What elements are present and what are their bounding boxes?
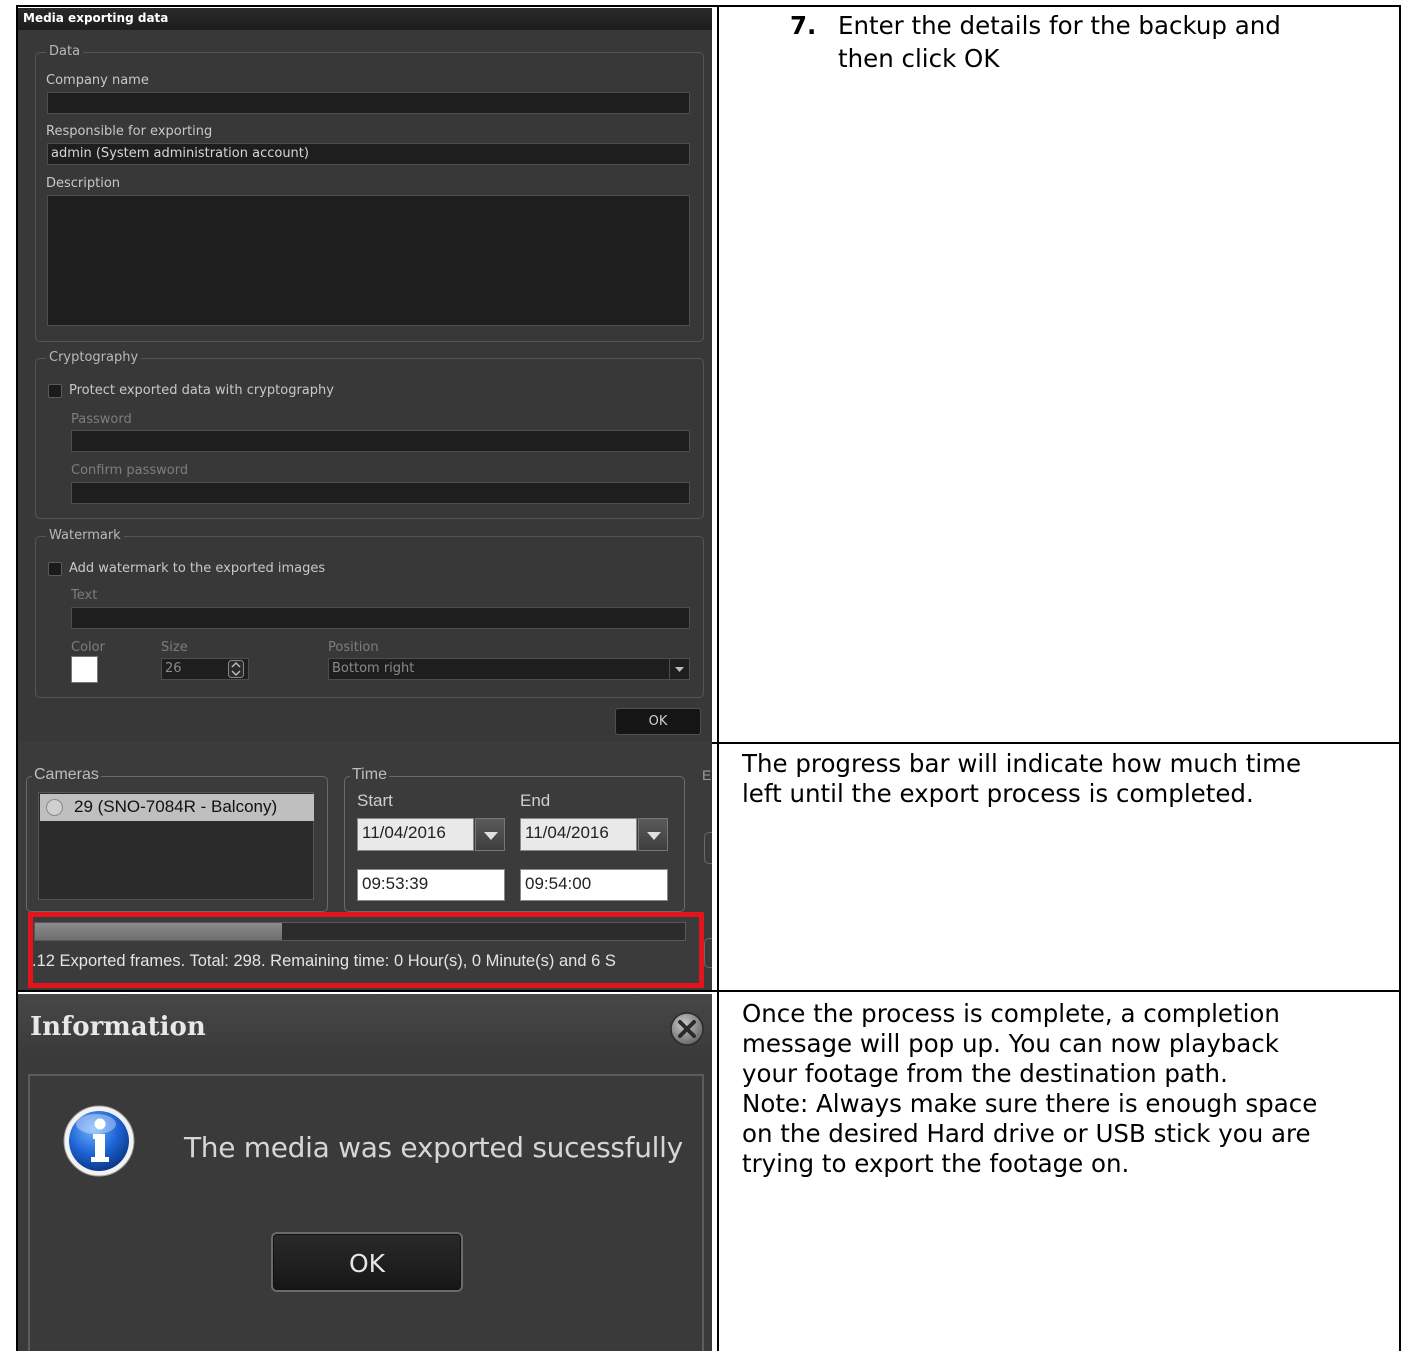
position-label: Position (328, 640, 379, 655)
table-row-divider-2 (16, 990, 1401, 992)
partial-group-edge-lower (704, 938, 712, 968)
close-icon[interactable] (669, 1011, 705, 1047)
description-label: Description (46, 176, 121, 191)
end-label: End (520, 791, 551, 810)
watermark-text-label: Text (71, 588, 98, 603)
company-name-label: Company name (46, 73, 149, 88)
ok-button[interactable]: OK (615, 708, 701, 735)
completion-note-line-3: trying to export the footage on. (742, 1149, 1130, 1178)
completion-line-3: your footage from the destination path. (742, 1059, 1228, 1088)
partial-group-edge (704, 832, 712, 864)
watermark-position-select[interactable]: Bottom right (328, 658, 690, 680)
table-border-top (16, 5, 1401, 7)
camera-checkbox[interactable] (46, 799, 63, 816)
partial-group-legend: E (702, 767, 712, 783)
data-group-legend: Data (46, 44, 84, 59)
info-icon (63, 1105, 135, 1177)
company-name-input[interactable] (47, 92, 690, 114)
export-status-text: .12 Exported frames. Total: 298. Remaini… (32, 952, 616, 970)
step-number: 7. (790, 11, 817, 40)
add-watermark-label: Add watermark to the exported images (69, 561, 326, 576)
start-time-input[interactable]: 09:53:39 (357, 869, 505, 901)
watermark-legend: Watermark (46, 528, 124, 543)
step-instruction-line-1: Enter the details for the backup and (838, 11, 1281, 40)
responsible-value: admin (System administration account) (51, 146, 309, 161)
step-instruction-line-2: then click OK (838, 44, 1000, 73)
media-exporting-dialog: Media exporting data Data Company name R… (18, 8, 712, 742)
start-date-dropdown[interactable] (475, 818, 505, 851)
dialog-title: Media exporting data (23, 11, 169, 25)
info-message: The media was exported sucessfully (184, 1131, 683, 1164)
info-title: Information (30, 1012, 206, 1042)
responsible-label: Responsible for exporting (46, 124, 213, 139)
password-label: Password (71, 412, 132, 427)
watermark-color-swatch[interactable] (71, 656, 98, 683)
camera-item-label: 29 (SNO-7084R - Balcony) (74, 797, 278, 816)
export-progress-panel: Cameras 29 (SNO-7084R - Balcony) Time St… (18, 742, 712, 990)
table-border-right (1399, 5, 1401, 1351)
start-date-input[interactable]: 11/04/2016 (357, 818, 474, 851)
info-ok-label: OK (348, 1249, 386, 1278)
chevron-down-icon[interactable] (669, 659, 689, 679)
spinner-arrows-icon[interactable] (228, 660, 244, 678)
info-ok-button[interactable]: OK (271, 1232, 463, 1292)
cryptography-legend: Cryptography (46, 350, 142, 365)
completion-note-line-1: Note: Always make sure there is enough s… (742, 1089, 1318, 1118)
responsible-input[interactable]: admin (System administration account) (47, 143, 690, 165)
progress-description-line-1: The progress bar will indicate how much … (742, 749, 1302, 778)
protect-cryptography-checkbox[interactable] (48, 384, 62, 398)
dialog-titlebar: Media exporting data (18, 8, 712, 30)
confirm-password-label: Confirm password (71, 463, 189, 478)
table-column-divider (717, 5, 719, 1351)
end-date-dropdown[interactable] (638, 818, 668, 851)
completion-note-line-2: on the desired Hard drive or USB stick y… (742, 1119, 1311, 1148)
protect-cryptography-label: Protect exported data with cryptography (69, 383, 334, 398)
start-label: Start (357, 791, 393, 810)
completion-description: Once the process is complete, a completi… (742, 999, 1317, 1179)
confirm-password-input[interactable] (71, 482, 690, 504)
completion-line-1: Once the process is complete, a completi… (742, 999, 1280, 1028)
size-value: 26 (165, 661, 182, 676)
end-date-input[interactable]: 11/04/2016 (520, 818, 637, 851)
info-titlebar: Information (18, 994, 712, 1064)
size-label: Size (161, 640, 188, 655)
time-legend: Time (350, 766, 389, 784)
end-time-input[interactable]: 09:54:00 (520, 869, 668, 901)
add-watermark-checkbox[interactable] (48, 562, 62, 576)
camera-list-item[interactable]: 29 (SNO-7084R - Balcony) (40, 794, 314, 821)
password-input[interactable] (71, 430, 690, 452)
watermark-text-input[interactable] (71, 607, 690, 629)
completion-line-2: message will pop up. You can now playbac… (742, 1029, 1279, 1058)
watermark-size-spinner[interactable]: 26 (161, 658, 249, 680)
color-label: Color (71, 640, 105, 655)
information-dialog: Information The media was exported suces… (18, 994, 712, 1351)
progress-bar-fill (35, 923, 282, 940)
progress-description: The progress bar will indicate how much … (742, 749, 1301, 809)
progress-description-line-2: left until the export process is complet… (742, 779, 1254, 808)
export-progress-bar (34, 922, 686, 941)
description-textarea[interactable] (47, 195, 690, 326)
position-value: Bottom right (332, 661, 415, 676)
cameras-legend: Cameras (32, 766, 101, 784)
